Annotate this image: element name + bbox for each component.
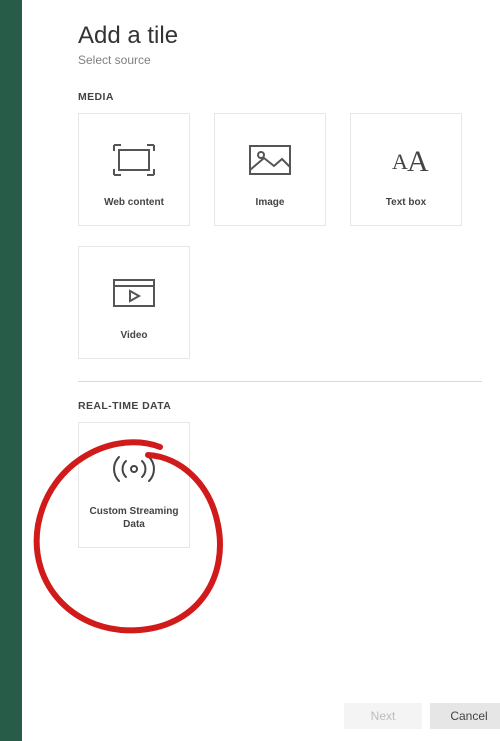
page-subtitle: Select source bbox=[78, 53, 500, 67]
svg-text:A: A bbox=[407, 145, 429, 178]
tile-text-box[interactable]: A A Text box bbox=[350, 113, 462, 226]
tile-custom-streaming-data[interactable]: Custom Streaming Data bbox=[78, 422, 190, 548]
add-tile-panel: Add a tile Select source MEDIA bbox=[22, 0, 500, 741]
image-icon bbox=[247, 134, 293, 186]
tile-web-content[interactable]: Web content bbox=[78, 113, 190, 226]
tile-label: Video bbox=[120, 329, 147, 342]
panel-footer: Next Cancel bbox=[44, 691, 500, 741]
cancel-button[interactable]: Cancel bbox=[430, 703, 500, 729]
media-heading: MEDIA bbox=[78, 91, 482, 103]
panel-header: Add a tile Select source bbox=[22, 22, 500, 71]
text-box-icon: A A bbox=[382, 134, 430, 186]
realtime-tile-grid: Custom Streaming Data bbox=[78, 422, 482, 548]
video-icon bbox=[111, 267, 157, 319]
tile-video[interactable]: Video bbox=[78, 246, 190, 359]
page-title: Add a tile bbox=[78, 22, 500, 51]
tile-label: Custom Streaming Data bbox=[85, 505, 183, 531]
tile-image[interactable]: Image bbox=[214, 113, 326, 226]
realtime-heading: REAL-TIME DATA bbox=[78, 400, 482, 412]
tile-label: Text box bbox=[386, 196, 426, 209]
web-content-icon bbox=[110, 134, 158, 186]
left-sidebar-strip bbox=[0, 0, 22, 741]
media-tile-grid: Web content Image bbox=[78, 113, 482, 359]
tile-label: Image bbox=[256, 196, 285, 209]
svg-text:A: A bbox=[392, 149, 408, 174]
tile-label: Web content bbox=[104, 196, 164, 209]
realtime-section: REAL-TIME DATA bbox=[22, 400, 500, 548]
streaming-icon bbox=[106, 443, 162, 495]
media-section: MEDIA bbox=[22, 91, 500, 359]
next-button[interactable]: Next bbox=[344, 703, 422, 729]
section-divider bbox=[78, 381, 482, 382]
